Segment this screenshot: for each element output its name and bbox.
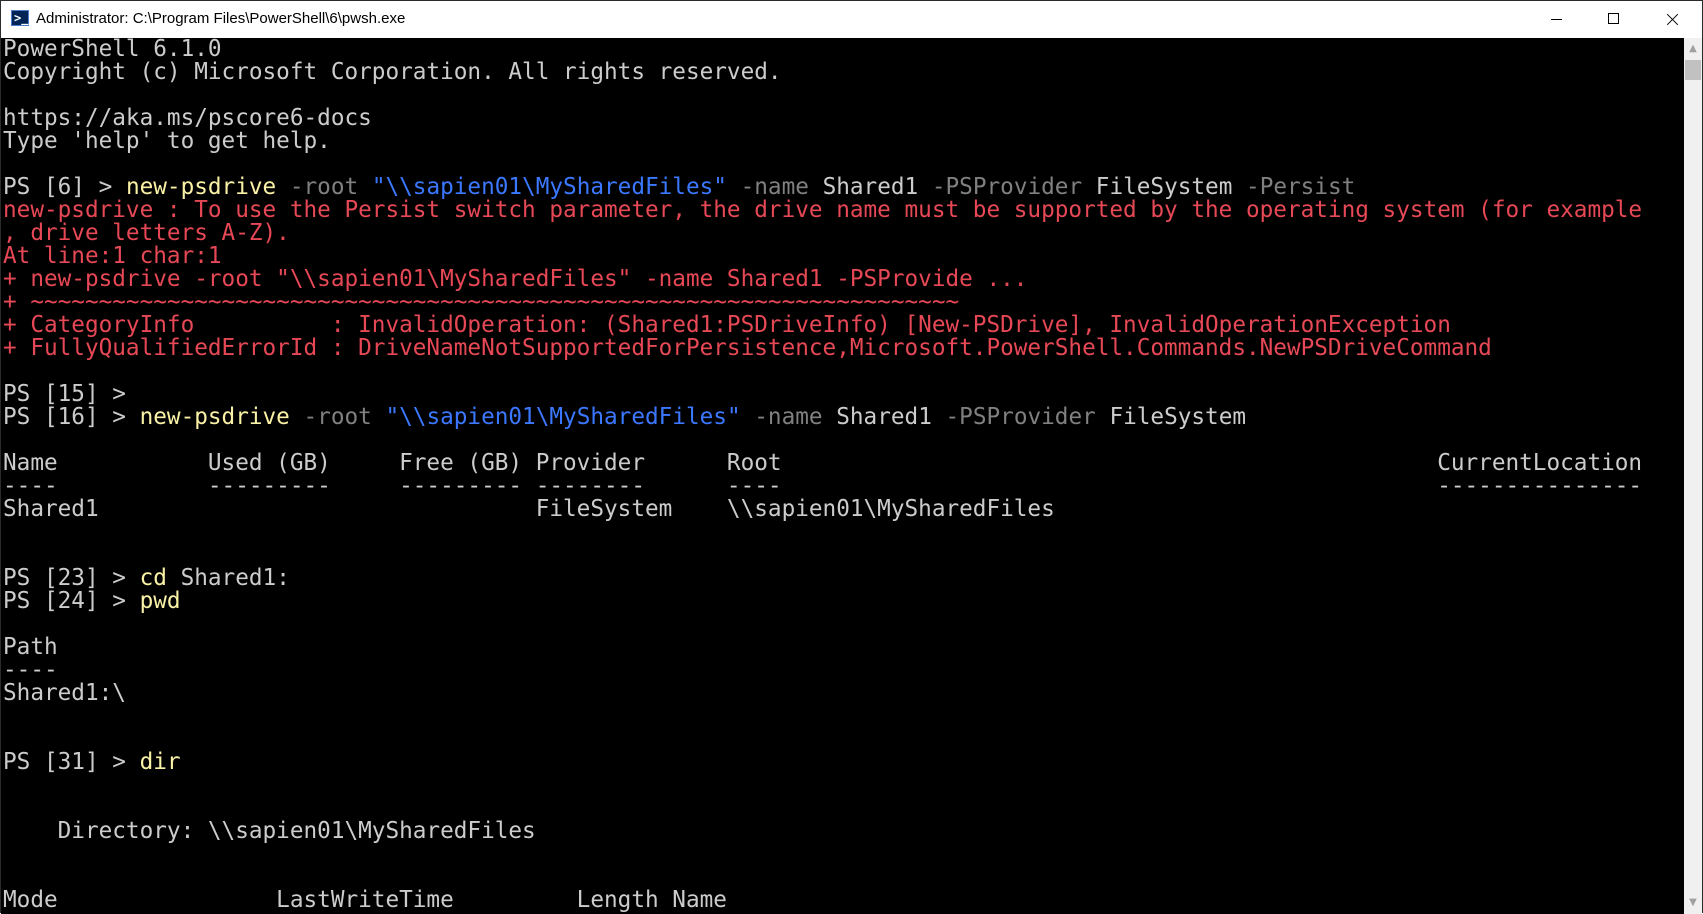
console-text-segment: PS [16] > — [3, 404, 140, 430]
console-text-segment: PS [31] > — [3, 749, 140, 775]
console-text-segment: FileSystem — [1109, 404, 1247, 430]
vertical-scrollbar[interactable]: ▲ ▼ — [1684, 38, 1702, 914]
console-text-segment: PS [24] > — [3, 588, 140, 614]
console-line: Shared1:\ — [3, 682, 1642, 705]
title-bar[interactable]: >_ Administrator: C:\Program Files\Power… — [1, 1, 1702, 38]
console-text-segment: -root — [289, 404, 386, 430]
scroll-down-arrow-icon[interactable]: ▼ — [1684, 894, 1702, 912]
console-line: Shared1 FileSystem \\sapien01\MySharedFi… — [3, 498, 1642, 521]
console-text-segment: Directory: \\sapien01\MySharedFiles — [3, 818, 536, 844]
minimize-button[interactable] — [1527, 1, 1585, 38]
maximize-icon — [1608, 13, 1619, 24]
console-line: Copyright (c) Microsoft Corporation. All… — [3, 61, 1642, 84]
console-line: ---- — [3, 659, 1642, 682]
minimize-icon — [1551, 19, 1562, 20]
console-text-segment: Shared1:\ — [3, 680, 126, 706]
console-text-segment: -name — [740, 404, 837, 430]
console-line: PS [24] > pwd — [3, 590, 1642, 613]
scroll-up-arrow-icon[interactable]: ▲ — [1684, 40, 1702, 58]
powershell-window: >_ Administrator: C:\Program Files\Power… — [0, 0, 1703, 914]
console-line: Type 'help' to get help. — [3, 130, 1642, 153]
console-line: PowerShell 6.1.0 — [3, 38, 1642, 61]
scrollbar-thumb[interactable] — [1685, 60, 1701, 80]
window-title: Administrator: C:\Program Files\PowerShe… — [36, 10, 406, 27]
console-line: ---- --------- --------- -------- ---- -… — [3, 475, 1642, 498]
console-line: At line:1 char:1 — [3, 245, 1642, 268]
console-text-segment: Shared1: — [166, 565, 290, 591]
console-text-segment: Shared1 — [836, 404, 932, 430]
console-line: + new-psdrive -root "\\sapien01\MyShared… — [3, 268, 1642, 291]
close-button[interactable] — [1643, 1, 1701, 38]
console-text-segment: dir — [139, 749, 181, 775]
powershell-icon[interactable]: >_ — [11, 10, 29, 26]
console-line: PS [23] > cd Shared1: — [3, 567, 1642, 590]
console-text-segment: Type 'help' to get help. — [3, 128, 331, 154]
console-text-segment: new-psdrive — [139, 404, 290, 430]
console-line: new-psdrive : To use the Persist switch … — [3, 199, 1642, 222]
console-line: PS [15] > — [3, 383, 1642, 406]
console-text-segment: pwd — [139, 588, 181, 614]
console-line: PS [31] > dir — [3, 751, 1642, 774]
console-line: + CategoryInfo : InvalidOperation: (Shar… — [3, 314, 1642, 337]
console-line: Name Used (GB) Free (GB) Provider Root C… — [3, 452, 1642, 475]
console-line: PS [16] > new-psdrive -root "\\sapien01\… — [3, 406, 1642, 429]
console-line: Mode LastWriteTime Length Name — [3, 889, 1642, 912]
console-text-segment: + FullyQualifiedErrorId : DriveNameNotSu… — [3, 335, 1492, 361]
console-text-segment: -PSProvider — [931, 404, 1110, 430]
console-line: PS [6] > new-psdrive -root "\\sapien01\M… — [3, 176, 1642, 199]
console-lines: PowerShell 6.1.0 Copyright (c) Microsoft … — [3, 38, 1642, 912]
console-line: , drive letters A-Z). — [3, 222, 1642, 245]
console-line: Path — [3, 636, 1642, 659]
console-text-segment: Mode LastWriteTime Length Name — [3, 887, 727, 913]
console-text-segment: Shared1 FileSystem \\sapien01\MySharedFi… — [3, 496, 1055, 522]
maximize-button[interactable] — [1585, 1, 1643, 38]
console-line: + ~~~~~~~~~~~~~~~~~~~~~~~~~~~~~~~~~~~~~~… — [3, 291, 1642, 314]
console-line: + FullyQualifiedErrorId : DriveNameNotSu… — [3, 337, 1642, 360]
console-line: https://aka.ms/pscore6-docs — [3, 107, 1642, 130]
console-text-segment: Copyright (c) Microsoft Corporation. All… — [3, 59, 782, 85]
console-line: Directory: \\sapien01\MySharedFiles — [3, 820, 1642, 843]
console-output[interactable]: PowerShell 6.1.0 Copyright (c) Microsoft … — [1, 38, 1684, 914]
console-text-segment: "\\sapien01\MySharedFiles" — [385, 404, 741, 430]
